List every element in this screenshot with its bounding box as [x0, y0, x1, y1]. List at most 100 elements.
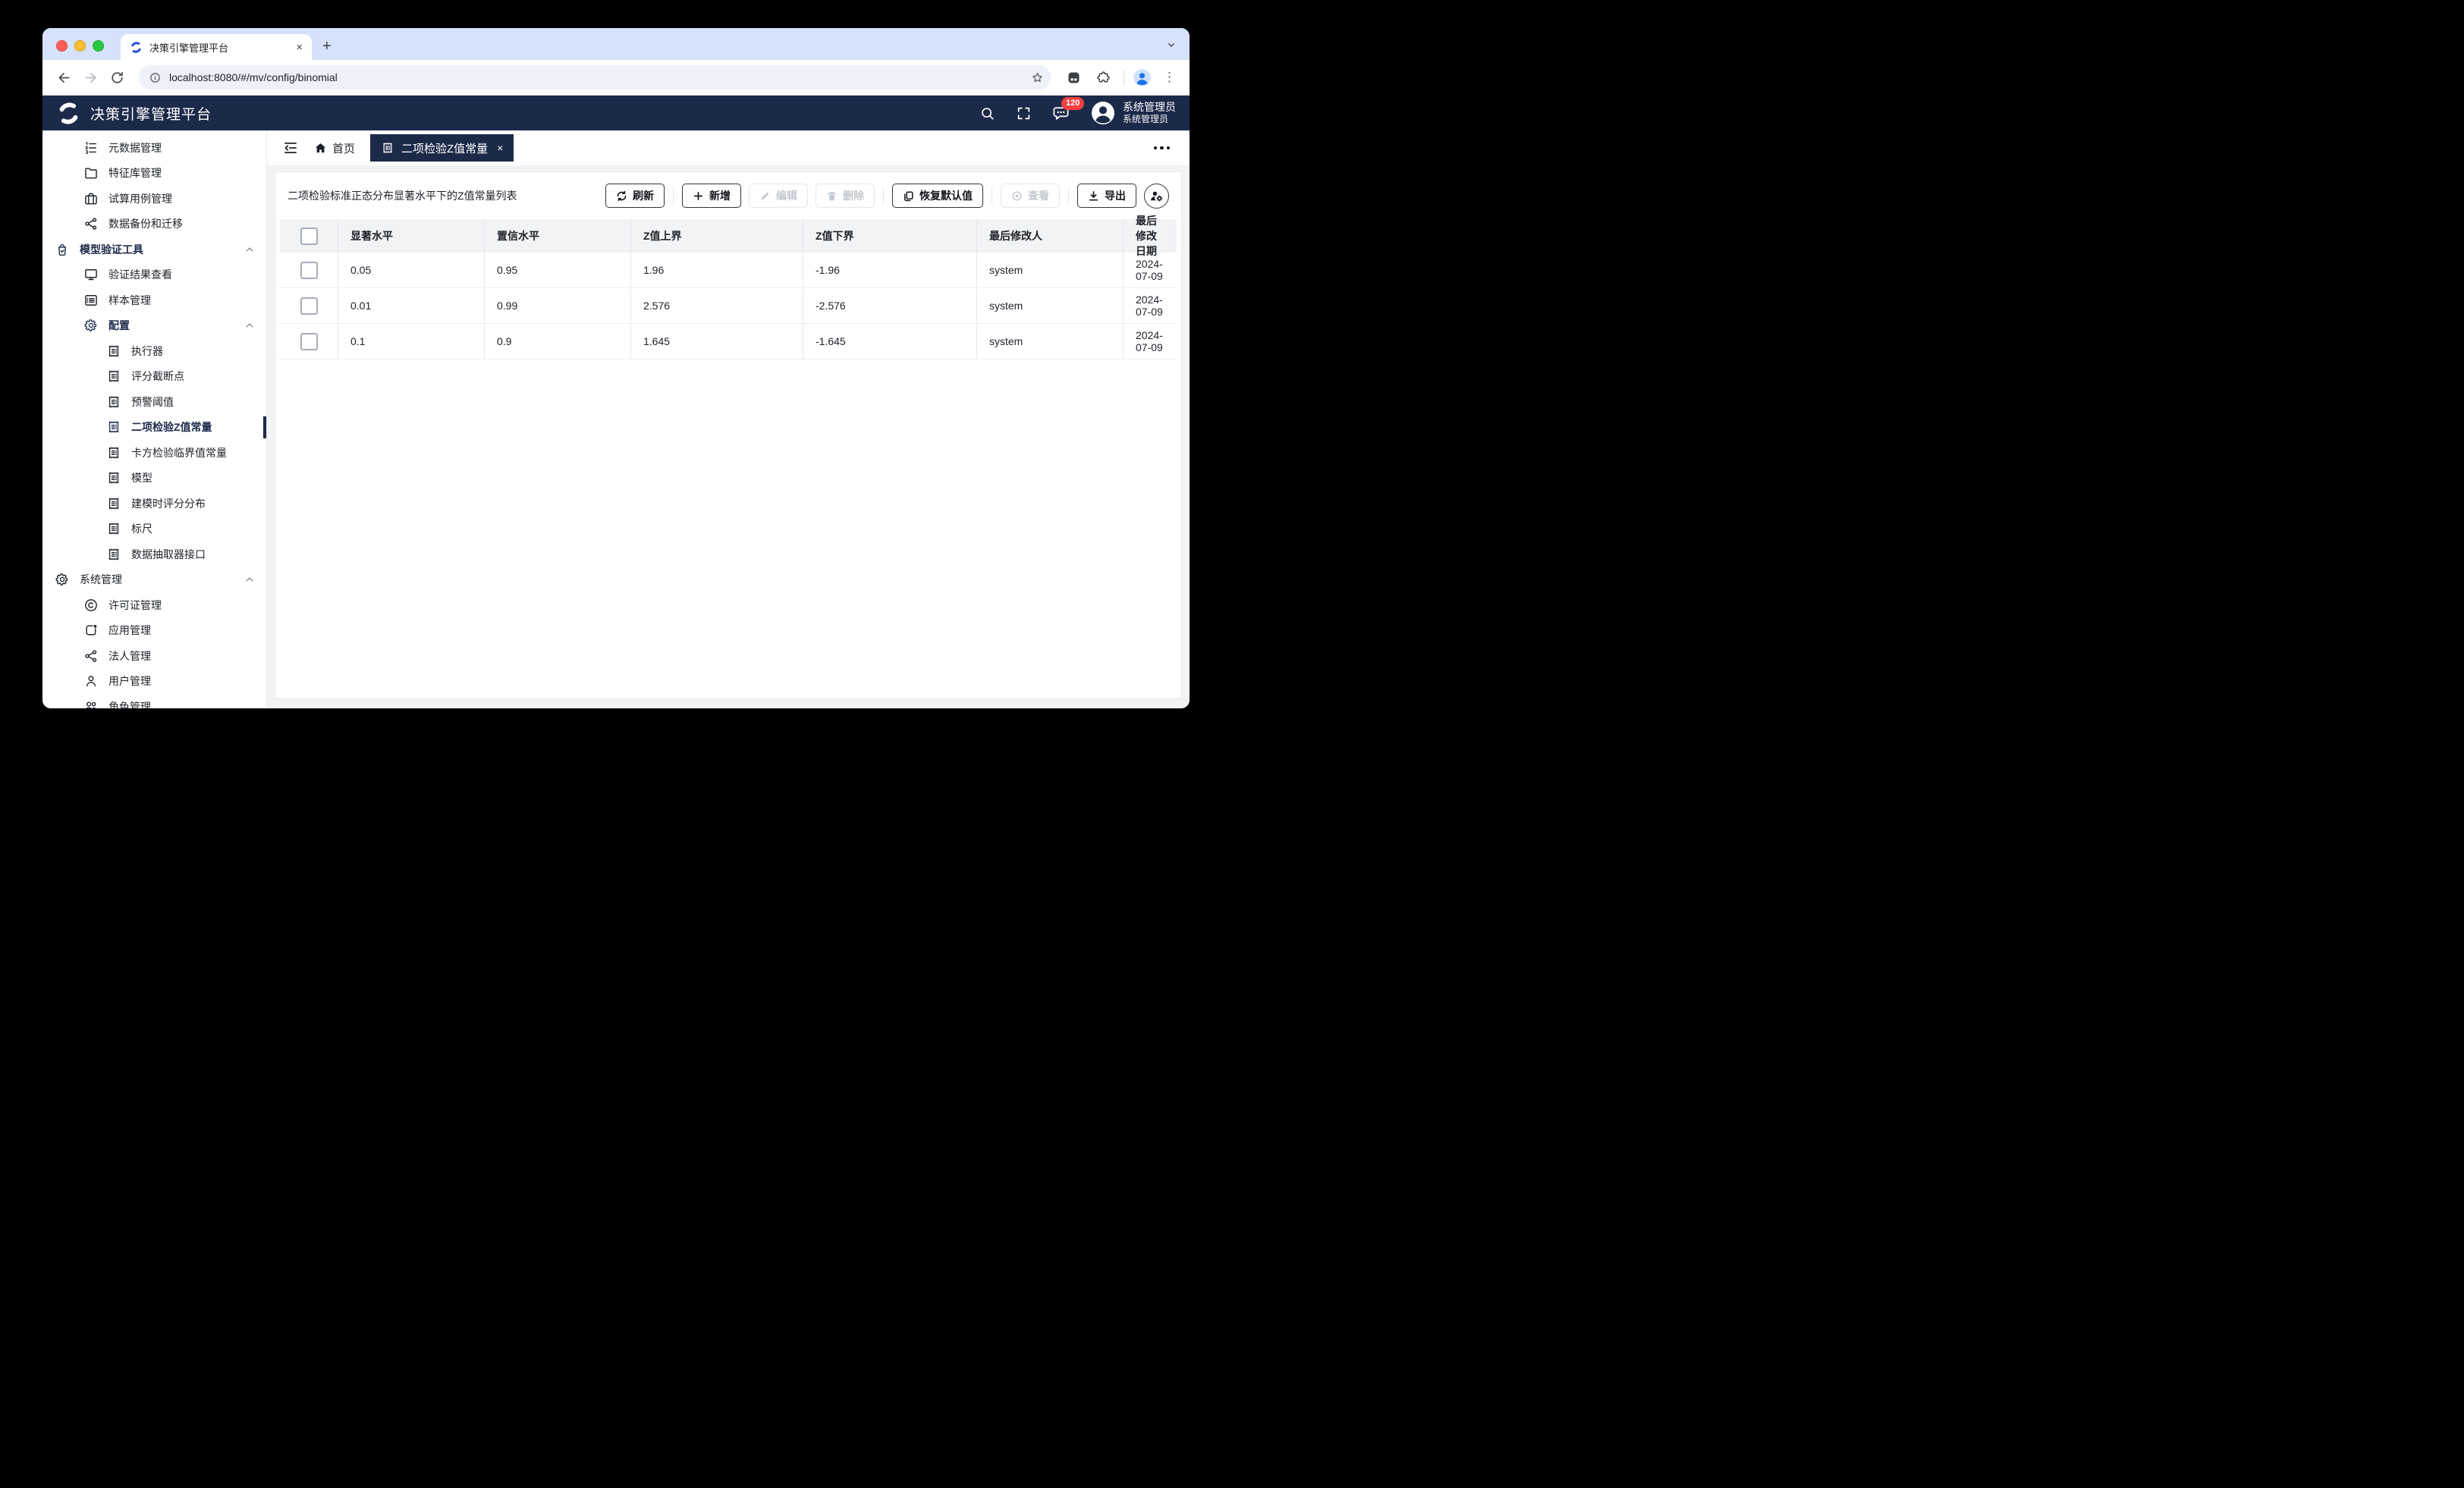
fullscreen-icon[interactable]	[1016, 105, 1032, 121]
more-actions-icon[interactable]	[1149, 142, 1175, 155]
sidebar-group-label: 模型验证工具	[80, 242, 143, 257]
ordered-list-icon	[83, 140, 99, 155]
chevron-up-icon	[244, 243, 256, 256]
forward-icon[interactable]	[80, 67, 102, 89]
sidebar-item-executor[interactable]: 执行器	[42, 338, 266, 364]
chevron-up-icon	[244, 573, 256, 585]
sidebar-item-role-management[interactable]: 角色管理	[42, 694, 266, 708]
receipt-icon	[106, 419, 121, 435]
sidebar-item-label: 法人管理	[108, 648, 151, 664]
extensions-puzzle-icon[interactable]	[1095, 70, 1111, 86]
sidebar-item-scale[interactable]: 标尺	[42, 516, 266, 542]
new-tab-button[interactable]: +	[322, 39, 332, 54]
bag-check-icon	[55, 242, 70, 257]
sidebar-item-sample-management[interactable]: 样本管理	[42, 287, 266, 313]
close-window-button[interactable]	[56, 40, 68, 52]
sidebar-item-label: 样本管理	[108, 293, 151, 308]
bookmark-star-icon[interactable]	[1030, 71, 1045, 85]
home-label: 首页	[332, 140, 355, 156]
cell-significance-level: 0.01	[338, 288, 485, 323]
reload-icon[interactable]	[106, 67, 128, 89]
select-all-checkbox[interactable]	[300, 228, 318, 245]
cell-confidence-level: 0.9	[485, 324, 631, 359]
sidebar-item-label: 用户管理	[108, 673, 151, 689]
row-checkbox[interactable]	[300, 262, 318, 279]
sidebar-item-metadata[interactable]: 元数据管理	[42, 135, 266, 161]
add-button[interactable]: 新增	[682, 184, 741, 208]
sidebar-group-label: 配置	[108, 318, 130, 333]
messages-button[interactable]: 120	[1052, 105, 1070, 122]
sidebar-item-application-management[interactable]: 应用管理	[42, 618, 266, 644]
column-settings-button[interactable]	[1144, 184, 1169, 209]
search-icon[interactable]	[979, 105, 995, 121]
browser-tab-strip: 决策引擎管理平台 × +	[42, 28, 1190, 60]
sidebar-item-binomial-z-constant[interactable]: 二项检验Z值常量	[42, 415, 266, 441]
browser-menu-icon[interactable]: ⋮	[1163, 70, 1176, 85]
delete-button[interactable]: 删除	[816, 184, 875, 208]
tab-search-chevron-icon[interactable]	[1165, 39, 1177, 51]
table-header-row: 显著水平 置信水平 Z值上界 Z值下界 最后修改人 最后修改日期	[280, 219, 1177, 253]
receipt-icon	[106, 445, 121, 460]
close-page-tab-icon[interactable]: ×	[497, 142, 503, 154]
view-button[interactable]: 查看	[1001, 184, 1060, 208]
sidebar-item-validation-results[interactable]: 验证结果查看	[42, 262, 266, 288]
row-checkbox-cell	[280, 253, 338, 287]
zoom-window-button[interactable]	[93, 40, 104, 52]
refresh-button[interactable]: 刷新	[605, 184, 665, 208]
sidebar-item-model[interactable]: 模型	[42, 466, 266, 491]
cell-confidence-level: 0.95	[485, 253, 631, 287]
back-icon[interactable]	[53, 67, 75, 89]
row-checkbox[interactable]	[300, 333, 318, 350]
copy-icon	[903, 190, 914, 202]
sidebar-item-trial-cases[interactable]: 试算用例管理	[42, 186, 266, 212]
breadcrumb-home[interactable]: 首页	[314, 140, 355, 156]
pencil-icon	[759, 190, 771, 202]
sidebar-group-config[interactable]: 配置	[42, 313, 266, 339]
table-row[interactable]: 0.01 0.99 2.576 -2.576 system 2024-07-09	[280, 288, 1177, 324]
sidebar-item-user-management[interactable]: 用户管理	[42, 669, 266, 695]
edit-button[interactable]: 编辑	[749, 184, 808, 208]
content-card: 二项检验标准正态分布显著水平下的Z值常量列表 刷新 新增 编辑 删除 恢复默认值…	[275, 171, 1182, 699]
sidebar-item-modeling-score-distribution[interactable]: 建模时评分分布	[42, 491, 266, 516]
address-bar[interactable]: localhost:8080/#/mv/config/binomial	[139, 65, 1051, 89]
sidebar-item-data-extractor-api[interactable]: 数据抽取器接口	[42, 542, 266, 567]
monitor-icon	[83, 267, 99, 282]
person-icon	[83, 673, 99, 689]
button-group-divider	[883, 187, 884, 204]
browser-profile-avatar[interactable]	[1132, 67, 1152, 88]
site-info-icon[interactable]	[149, 71, 162, 84]
url-text[interactable]: localhost:8080/#/mv/config/binomial	[169, 71, 1023, 83]
column-header: Z值下界	[803, 219, 977, 253]
table-row[interactable]: 0.1 0.9 1.645 -1.645 system 2024-07-09	[280, 324, 1177, 359]
export-button[interactable]: 导出	[1077, 184, 1136, 208]
sidebar-group-system-management[interactable]: 系统管理	[42, 567, 266, 593]
sidebar-item-data-backup[interactable]: 数据备份和迁移	[42, 212, 266, 237]
page-tab-bar: 首页 二项检验Z值常量 ×	[267, 130, 1190, 165]
sidebar-item-label: 特征库管理	[108, 165, 162, 181]
share-nodes-icon	[83, 648, 99, 664]
share-nodes-icon	[83, 216, 99, 231]
user-role: 系统管理员	[1123, 114, 1176, 126]
sidebar-item-chi-square-constant[interactable]: 卡方检验临界值常量	[42, 440, 266, 466]
tab-close-icon[interactable]: ×	[294, 42, 304, 53]
sidebar-item-label: 数据备份和迁移	[108, 216, 183, 231]
sidebar-group-model-validation[interactable]: 模型验证工具	[42, 237, 266, 262]
user-menu[interactable]: 系统管理员 系统管理员	[1090, 100, 1176, 126]
sidebar-item-legal-entity-management[interactable]: 法人管理	[42, 643, 266, 669]
sidebar-item-score-cutoff[interactable]: 评分截断点	[42, 364, 266, 390]
extension-dark-icon[interactable]	[1066, 70, 1082, 86]
browser-tab[interactable]: 决策引擎管理平台 ×	[121, 34, 312, 60]
minimize-window-button[interactable]	[74, 40, 86, 52]
sidebar-item-label: 预警阈值	[131, 394, 174, 410]
sidebar-item-label: 标尺	[131, 521, 152, 536]
active-page-tab[interactable]: 二项检验Z值常量 ×	[370, 134, 514, 162]
sidebar-item-license-management[interactable]: 许可证管理	[42, 592, 266, 618]
restore-defaults-button[interactable]: 恢复默认值	[892, 184, 983, 208]
table-row[interactable]: 0.05 0.95 1.96 -1.96 system 2024-07-09	[280, 253, 1177, 288]
sidebar-item-feature-library[interactable]: 特征库管理	[42, 161, 266, 187]
receipt-icon	[106, 470, 121, 485]
row-checkbox[interactable]	[300, 297, 318, 315]
sidebar-item-warning-threshold[interactable]: 预警阈值	[42, 389, 266, 415]
collapse-sidebar-icon[interactable]	[282, 140, 299, 156]
sidebar-item-label: 执行器	[131, 344, 163, 359]
